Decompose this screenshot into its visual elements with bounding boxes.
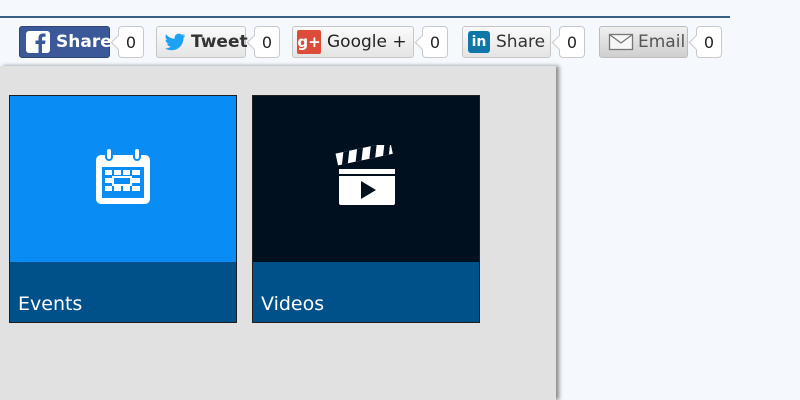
twitter-bird-icon bbox=[163, 31, 187, 53]
linkedin-share-label: Share bbox=[496, 32, 546, 52]
twitter-tweet-count: 0 bbox=[254, 26, 280, 58]
videos-tile[interactable]: Videos bbox=[252, 95, 480, 323]
videos-tile-art bbox=[253, 96, 479, 262]
email-share-button[interactable]: Email bbox=[599, 26, 688, 58]
twitter-tweet-label: Tweet bbox=[191, 32, 248, 52]
twitter-tweet-button[interactable]: Tweet bbox=[156, 26, 248, 58]
events-tile-footer: Events bbox=[10, 262, 236, 322]
google-plus-share-button[interactable]: g+ Google + bbox=[292, 26, 414, 58]
facebook-icon bbox=[26, 31, 50, 53]
content-panel: Events Videos bbox=[0, 66, 556, 400]
linkedin-icon: in bbox=[468, 31, 490, 53]
email-share-count: 0 bbox=[696, 26, 722, 58]
events-tile[interactable]: Events bbox=[9, 95, 237, 323]
clapperboard-icon bbox=[334, 142, 398, 213]
calendar-icon bbox=[91, 145, 155, 213]
events-tile-label: Events bbox=[18, 293, 83, 315]
share-bar: Share 0 Tweet 0 g+ Google + 0 in Share 0… bbox=[0, 26, 730, 58]
email-share-label: Email bbox=[638, 32, 686, 52]
top-divider bbox=[0, 16, 730, 18]
google-plus-count: 0 bbox=[422, 26, 448, 58]
linkedin-share-button[interactable]: in Share bbox=[462, 26, 551, 58]
linkedin-share-count: 0 bbox=[559, 26, 585, 58]
google-plus-label: Google + bbox=[327, 32, 407, 52]
facebook-share-label: Share bbox=[56, 32, 112, 52]
videos-tile-label: Videos bbox=[261, 293, 325, 315]
google-plus-icon: g+ bbox=[297, 30, 321, 54]
videos-tile-footer: Videos bbox=[253, 262, 479, 322]
envelope-icon bbox=[608, 32, 634, 52]
facebook-share-count: 0 bbox=[118, 26, 144, 58]
facebook-share-button[interactable]: Share bbox=[19, 26, 112, 58]
events-tile-art bbox=[10, 96, 236, 262]
